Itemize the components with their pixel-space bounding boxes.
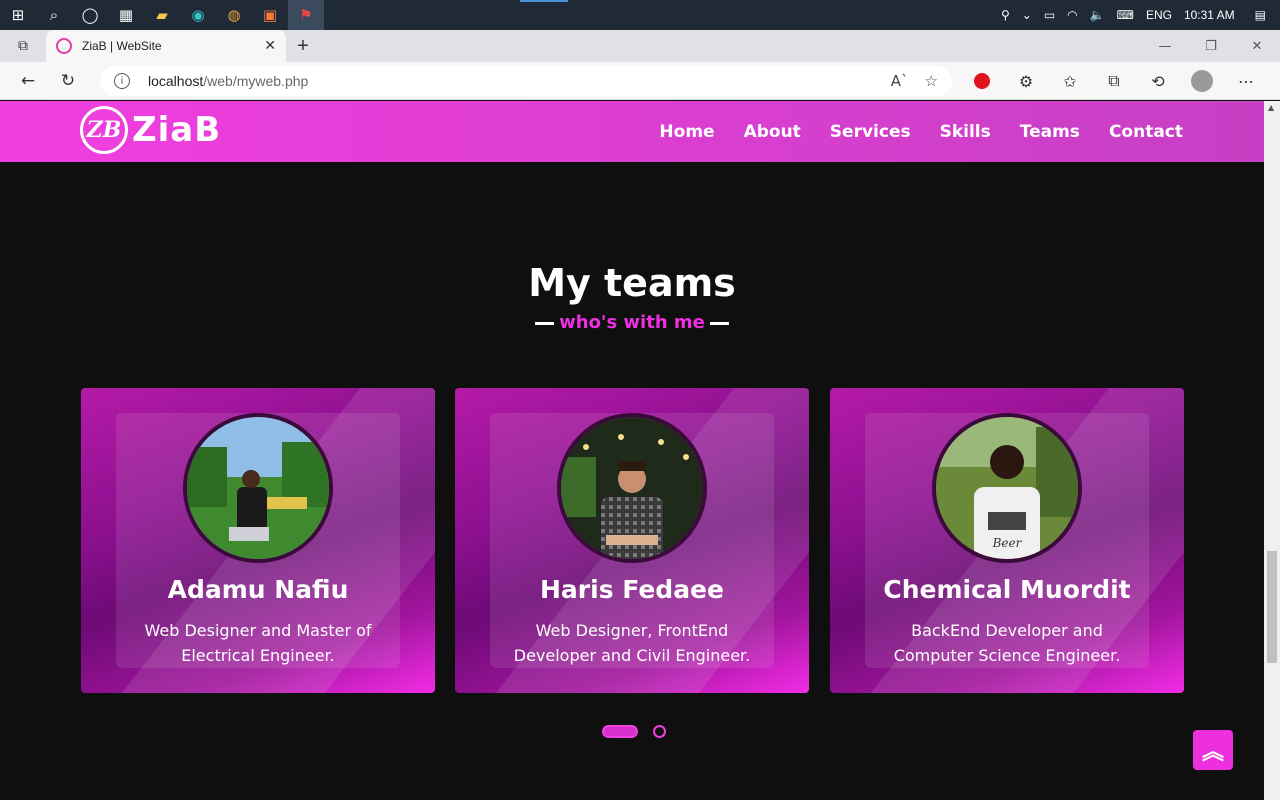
nav-about[interactable]: About (744, 122, 801, 142)
member-role: Web Designer, FrontEnd Developer and Civ… (513, 621, 751, 665)
file-explorer-icon[interactable]: ▰ (144, 0, 180, 30)
battery-icon[interactable]: ▭ (1038, 8, 1061, 22)
add-favorite-icon[interactable]: ☆ (925, 72, 938, 90)
close-tab-icon[interactable]: ✕ (264, 38, 276, 54)
tab-actions-icon[interactable]: ⧉ (0, 30, 46, 62)
windows-taskbar: ⊞ ⌕ ◯ ▦ ▰ ◉ ◍ ▣ ⚑ ⚲ ⌄ ▭ ◠ 🔈 ⌨ ENG 10:31 … (0, 0, 1280, 30)
language-indicator[interactable]: ENG (1140, 8, 1178, 22)
wifi-icon[interactable]: ◠ (1061, 8, 1083, 22)
nav-teams[interactable]: Teams (1020, 122, 1080, 142)
carousel-dot[interactable] (653, 725, 666, 738)
volume-icon[interactable]: 🔈 (1084, 8, 1111, 22)
keyboard-icon[interactable]: ⌨ (1111, 8, 1140, 22)
svg-text:Beer: Beer (992, 536, 1023, 550)
subtitle-dash-left (535, 321, 555, 325)
member-name: Adamu Nafiu (167, 575, 349, 604)
site-favicon-icon (56, 38, 72, 54)
opera-extension-icon[interactable] (974, 73, 990, 89)
address-bar[interactable]: i localhost/web/myweb.php Aˋ ☆ (100, 66, 952, 96)
profile-avatar[interactable] (1191, 70, 1213, 92)
windows-start-icon[interactable]: ⊞ (0, 0, 36, 30)
scroll-up-icon[interactable]: ▲ (1268, 103, 1274, 112)
logo-text: ZiaB (132, 110, 222, 150)
scroll-to-top-button[interactable]: ︽ (1193, 730, 1233, 770)
minimize-icon[interactable]: — (1142, 30, 1188, 62)
page-scrollbar[interactable]: ▲ (1264, 101, 1280, 800)
url-text[interactable]: localhost/web/myweb.php (148, 73, 875, 89)
browser-tabstrip: ⧉ ZiaB | WebSite ✕ + — ❐ ✕ (0, 30, 1280, 62)
member-role: BackEnd Developer and Computer Science E… (893, 621, 1121, 665)
webpage: ZB ZiaB Home About Services Skills Teams… (0, 101, 1264, 800)
system-tray: ⚲ ⌄ ▭ ◠ 🔈 ⌨ ENG 10:31 AM ▤ (995, 0, 1280, 30)
site-info-icon[interactable]: i (114, 73, 130, 89)
browser-extensions: ⚙ ✩ ⧉ ⟲ ⋯ (960, 62, 1268, 100)
browser-tab[interactable]: ZiaB | WebSite ✕ (46, 30, 286, 62)
site-navbar: ZB ZiaB Home About Services Skills Teams… (0, 101, 1264, 162)
favorites-icon[interactable]: ✩ (1048, 72, 1092, 91)
scrollbar-thumb[interactable] (1267, 551, 1277, 663)
clock[interactable]: 10:31 AM (1178, 8, 1241, 22)
browser-toolbar: ← ↻ i localhost/web/myweb.php Aˋ ☆ ⚙ ✩ ⧉… (0, 62, 1280, 100)
nav-home[interactable]: Home (659, 122, 714, 142)
team-card: Haris Fedaee Web Designer, FrontEnd Deve… (455, 388, 809, 693)
notifications-icon[interactable]: ▤ (1241, 8, 1280, 22)
section-title: My teams (528, 261, 736, 305)
collections-icon[interactable]: ⧉ (1092, 71, 1136, 91)
logo-mark-icon: ZB (80, 106, 128, 154)
task-view-icon[interactable]: ▦ (108, 0, 144, 30)
refresh-button[interactable]: ↻ (48, 62, 88, 100)
member-name: Haris Fedaee (540, 575, 724, 604)
section-subtitle: who's with me (0, 312, 1264, 333)
read-aloud-icon[interactable]: Aˋ (891, 72, 909, 90)
member-photo (557, 413, 707, 563)
close-window-icon[interactable]: ✕ (1234, 30, 1280, 62)
member-role: Web Designer and Master of Electrical En… (144, 621, 372, 665)
chevron-up-double-icon: ︽ (1201, 740, 1224, 765)
back-button[interactable]: ← (8, 62, 48, 100)
main-menu: Home About Services Skills Teams Contact (630, 101, 1183, 162)
cortana-icon[interactable]: ◯ (72, 0, 108, 30)
member-photo: Beer (932, 413, 1082, 563)
window-controls: — ❐ ✕ (1142, 30, 1280, 62)
nav-skills[interactable]: Skills (940, 122, 991, 142)
search-icon[interactable]: ⌕ (36, 0, 72, 30)
taskbar-accent (520, 0, 568, 2)
subtitle-dash-right (709, 321, 729, 325)
chevron-up-icon[interactable]: ⌄ (1016, 8, 1038, 22)
history-icon[interactable]: ⟲ (1136, 72, 1180, 91)
team-card: Beer Chemical Muordit BackEnd Developer … (830, 388, 1184, 693)
app-icon[interactable]: ⚑ (288, 0, 324, 30)
edge-icon[interactable]: ◉ (180, 0, 216, 30)
carousel-dot-active[interactable] (602, 725, 638, 738)
xampp-icon[interactable]: ▣ (252, 0, 288, 30)
nav-services[interactable]: Services (830, 122, 911, 142)
more-menu-icon[interactable]: ⋯ (1224, 72, 1268, 91)
carousel-pagination (602, 725, 666, 738)
team-carousel: Adamu Nafiu Web Designer and Master of E… (81, 388, 1184, 693)
restore-icon[interactable]: ❐ (1188, 30, 1234, 62)
new-tab-button[interactable]: + (286, 30, 320, 62)
tab-title: ZiaB | WebSite (82, 39, 162, 53)
chrome-icon[interactable]: ◍ (216, 0, 252, 30)
site-logo[interactable]: ZB ZiaB (80, 106, 221, 154)
member-name: Chemical Muordit (883, 575, 1131, 604)
team-card: Adamu Nafiu Web Designer and Master of E… (81, 388, 435, 693)
member-photo (183, 413, 333, 563)
nav-contact[interactable]: Contact (1109, 122, 1183, 142)
extensions-icon[interactable]: ⚙ (1004, 72, 1048, 91)
people-icon[interactable]: ⚲ (995, 8, 1016, 22)
